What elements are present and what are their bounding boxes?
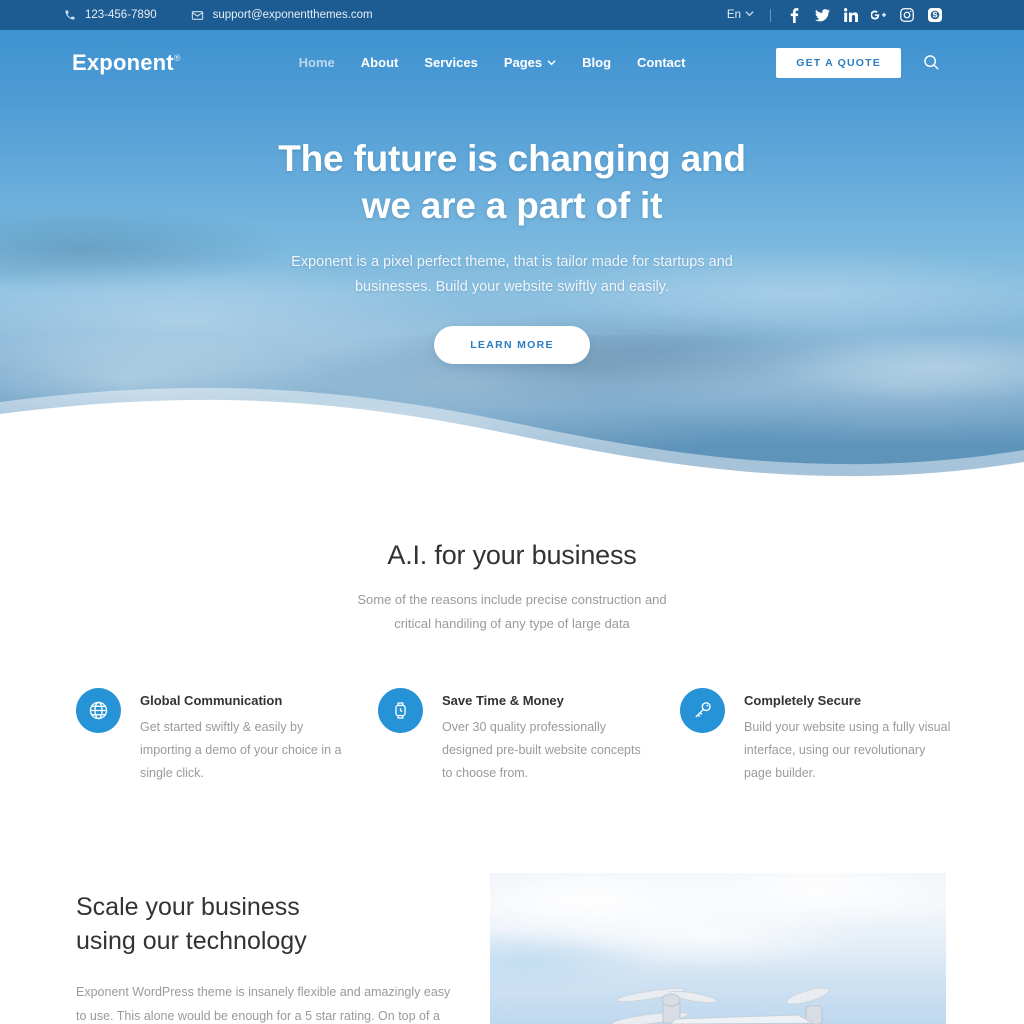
divider	[770, 8, 771, 22]
feature-text-block: Completely Secure Build your website usi…	[744, 688, 956, 785]
language-label: En	[726, 9, 741, 21]
email-contact[interactable]: support@exponentthemes.com	[191, 9, 373, 22]
globe-icon	[76, 688, 121, 733]
feature-text-block: Global Communication Get started swiftly…	[140, 688, 352, 785]
scale-section-text: Exponent WordPress theme is insanely fle…	[76, 985, 451, 1024]
logo-trademark: ®	[173, 53, 181, 64]
phone-contact[interactable]: 123-456-7890	[64, 9, 157, 21]
homepage: 123-456-7890 support@exponentthemes.com …	[0, 0, 1024, 1024]
hero-title-line-2: we are a part of it	[361, 184, 663, 226]
scale-title-line-1: Scale your business	[76, 893, 300, 921]
nav-label: Services	[424, 55, 478, 70]
nav-item-pages[interactable]: Pages	[504, 55, 556, 70]
nav-item-services[interactable]: Services	[424, 55, 478, 70]
nav-label: About	[360, 55, 399, 70]
learn-more-button[interactable]: LEARN MORE	[434, 325, 590, 364]
language-selector[interactable]: En	[727, 9, 754, 21]
feature-text-block: Save Time & Money Over 30 quality profes…	[442, 688, 654, 785]
feature-description: Over 30 quality professionally designed …	[442, 720, 641, 780]
site-logo[interactable]: Exponent®	[72, 50, 181, 76]
drone-photo	[490, 873, 946, 1024]
ai-section: A.I. for your business Some of the reaso…	[0, 540, 1024, 636]
topbar-contact-group: 123-456-7890 support@exponentthemes.com	[64, 9, 373, 22]
watch-icon	[378, 688, 423, 733]
logo-text: Exponent	[72, 49, 174, 75]
topbar-right-group: En	[727, 7, 1004, 23]
feature-description: Build your website using a fully visual …	[744, 720, 951, 780]
ai-section-title: A.I. for your business	[387, 540, 637, 570]
scale-section-title: Scale your business using our technology	[76, 890, 456, 958]
search-icon[interactable]	[923, 54, 940, 71]
nav-item-about[interactable]: About	[361, 55, 399, 70]
get-a-quote-button[interactable]: GET A QUOTE	[776, 47, 901, 78]
feature-save-time-money: Save Time & Money Over 30 quality profes…	[378, 688, 654, 785]
feature-completely-secure: Completely Secure Build your website usi…	[680, 688, 956, 785]
nav-item-contact[interactable]: Contact	[637, 55, 685, 70]
nav-item-home[interactable]: Home	[299, 55, 335, 70]
feature-description: Get started swiftly & easily by importin…	[140, 720, 342, 780]
drone-illustration	[611, 987, 830, 1024]
feature-title: Global Communication	[140, 693, 283, 708]
nav-actions: GET A QUOTE	[776, 47, 1004, 78]
main-navigation: Exponent® Home About Services Pages Blog…	[0, 30, 1024, 95]
skype-icon[interactable]	[927, 8, 942, 23]
nav-item-blog[interactable]: Blog	[582, 55, 611, 70]
scale-section: Scale your business using our technology…	[76, 890, 456, 1024]
top-utility-bar: 123-456-7890 support@exponentthemes.com …	[0, 0, 1024, 30]
key-icon	[680, 688, 725, 733]
nav-label: Contact	[637, 55, 686, 70]
feature-title: Save Time & Money	[442, 693, 564, 708]
wave-divider	[0, 387, 1024, 485]
nav-label: Blog	[582, 55, 612, 70]
nav-menu: Home About Services Pages Blog Contact	[299, 55, 686, 70]
hero-title: The future is changing and we are a part…	[278, 136, 746, 230]
hero-subtitle: Exponent is a pixel perfect theme, that …	[291, 253, 733, 295]
feature-title: Completely Secure	[744, 693, 862, 708]
feature-global-communication: Global Communication Get started swiftly…	[76, 688, 352, 785]
hero-title-line-1: The future is changing and	[278, 138, 746, 179]
ai-section-subtitle: Some of the reasons include precise cons…	[357, 592, 667, 632]
linkedin-icon[interactable]	[843, 8, 858, 23]
email-address: support@exponentthemes.com	[212, 9, 373, 21]
phone-icon	[64, 9, 76, 21]
twitter-icon[interactable]	[815, 8, 830, 23]
facebook-icon[interactable]	[787, 7, 802, 23]
nav-label: Home	[298, 55, 335, 70]
googleplus-icon[interactable]	[871, 8, 886, 23]
features-row: Global Communication Get started swiftly…	[76, 688, 956, 785]
instagram-icon[interactable]	[899, 8, 914, 23]
chevron-down-icon	[547, 55, 556, 70]
nav-label: Pages	[503, 55, 543, 70]
phone-number: 123-456-7890	[85, 9, 157, 21]
chevron-down-icon	[745, 9, 754, 21]
envelope-icon	[191, 9, 204, 22]
scale-title-line-2: using our technology	[76, 927, 307, 955]
